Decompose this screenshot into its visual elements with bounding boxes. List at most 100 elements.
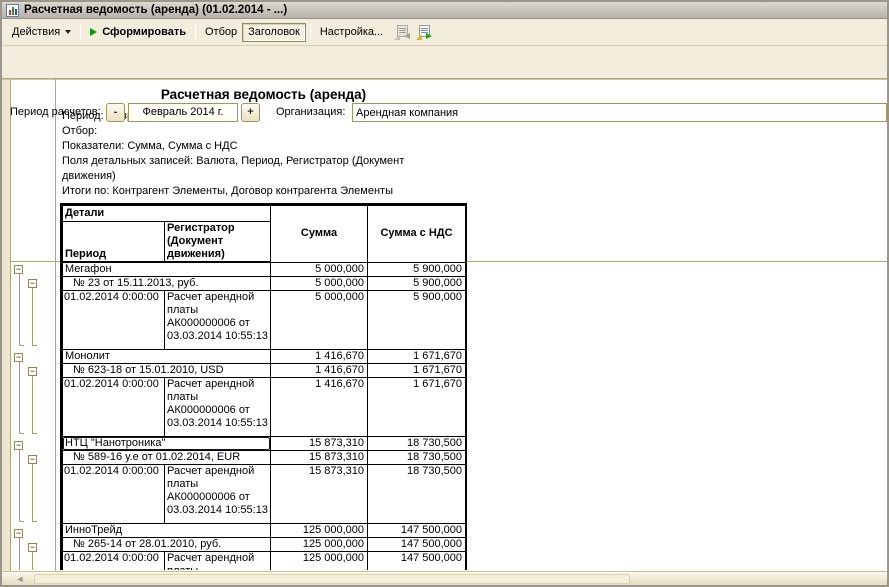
tree-line bbox=[32, 345, 37, 346]
contract-row: № 589-16 у.е от 01.02.2014, EUR 15 873,3… bbox=[63, 451, 466, 465]
sum-vat-cell[interactable]: 5 900,000 bbox=[368, 262, 466, 277]
collapse-button[interactable]: − bbox=[28, 279, 37, 288]
sum-vat-cell[interactable]: 1 671,670 bbox=[368, 350, 466, 364]
generate-label: Сформировать bbox=[102, 26, 186, 38]
meta-line: Отбор: bbox=[62, 124, 404, 139]
tree-line bbox=[32, 433, 37, 434]
collapse-button[interactable]: − bbox=[14, 265, 23, 274]
sum-vat-cell[interactable]: 147 500,000 bbox=[368, 552, 466, 571]
registrar-header-cell[interactable]: Регистратор (Документ движения) bbox=[165, 222, 271, 263]
tree-line bbox=[19, 362, 20, 433]
tree-line bbox=[19, 345, 24, 346]
registrar-cell[interactable]: Расчет арендной платы АК000000006 от 03.… bbox=[165, 465, 271, 524]
sum-vat-cell[interactable]: 5 900,000 bbox=[368, 277, 466, 291]
contractor-name-cell[interactable]: ИнноТрейд bbox=[63, 524, 271, 538]
collapse-button[interactable]: − bbox=[14, 353, 23, 362]
filter-label: Отбор bbox=[205, 26, 237, 38]
group-panel-divider bbox=[55, 79, 56, 571]
contract-row: № 623-18 от 15.01.2010, USD 1 416,670 1 … bbox=[63, 364, 466, 378]
registrar-cell[interactable]: Расчет арендной платы АК000000006 от 03.… bbox=[165, 552, 271, 571]
period-header-cell[interactable]: Период bbox=[63, 222, 165, 263]
registrar-cell[interactable]: Расчет арендной платы АК000000006 от 03.… bbox=[165, 378, 271, 437]
header-toggle-label: Заголовок bbox=[248, 26, 300, 38]
toolbar-separator bbox=[80, 24, 81, 40]
actions-menu-button[interactable]: Действия bbox=[7, 23, 76, 42]
sum-cell[interactable]: 1 416,670 bbox=[271, 378, 368, 437]
contract-name-cell[interactable]: № 623-18 от 15.01.2010, USD bbox=[63, 364, 271, 378]
scrollbar-thumb[interactable] bbox=[34, 574, 630, 584]
sum-cell[interactable]: 125 000,000 bbox=[271, 552, 368, 571]
horizontal-scrollbar[interactable]: ◄ bbox=[2, 571, 887, 585]
chevron-down-icon bbox=[65, 30, 71, 34]
sum-vat-header-cell[interactable]: Сумма с НДС bbox=[368, 206, 466, 263]
period-cell[interactable]: 01.02.2014 0:00:00 bbox=[63, 552, 165, 571]
collapse-button[interactable]: − bbox=[14, 441, 23, 450]
period-cell[interactable]: 01.02.2014 0:00:00 bbox=[63, 291, 165, 350]
arrow-left-icon[interactable]: ◄ bbox=[10, 573, 30, 585]
sum-header-cell[interactable]: Сумма bbox=[271, 206, 368, 263]
group-row: НТЦ "Нанотроника" 15 873,310 18 730,500 bbox=[63, 437, 466, 451]
toolbar-separator bbox=[195, 24, 196, 40]
sum-vat-cell[interactable]: 5 900,000 bbox=[368, 291, 466, 350]
settings-label: Настройка... bbox=[320, 26, 383, 38]
sum-cell[interactable]: 5 000,000 bbox=[271, 277, 368, 291]
sum-vat-cell[interactable]: 18 730,500 bbox=[368, 437, 466, 451]
filter-panel: Период расчетов: - Февраль 2014 г. + Орг… bbox=[2, 46, 887, 79]
period-plus-button[interactable]: + bbox=[241, 103, 260, 122]
contract-name-cell[interactable]: № 589-16 у.е от 01.02.2014, EUR bbox=[63, 451, 271, 465]
contractor-name-cell-selected[interactable]: НТЦ "Нанотроника" bbox=[63, 437, 271, 451]
report-spreadsheet: Детали Сумма Сумма с НДС Период Регистра… bbox=[60, 203, 467, 570]
report-window: Расчетная ведомость (аренда) (01.02.2014… bbox=[0, 0, 889, 587]
restore-values-icon[interactable] bbox=[394, 25, 410, 40]
organization-input[interactable] bbox=[352, 103, 887, 122]
collapse-button[interactable]: − bbox=[28, 367, 37, 376]
sum-cell[interactable]: 1 416,670 bbox=[271, 350, 368, 364]
settings-button[interactable]: Настройка... bbox=[315, 23, 388, 42]
contract-name-cell[interactable]: № 23 от 15.11.2013, руб. bbox=[63, 277, 271, 291]
sum-cell[interactable]: 15 873,310 bbox=[271, 437, 368, 451]
toolbar: Действия Сформировать Отбор Заголовок На… bbox=[2, 19, 887, 46]
tree-line bbox=[32, 376, 33, 433]
period-field[interactable]: Февраль 2014 г. bbox=[128, 103, 238, 122]
meta-line: Итоги по: Контрагент Элементы, Договор к… bbox=[62, 184, 404, 199]
sum-cell[interactable]: 5 000,000 bbox=[271, 262, 368, 277]
contract-name-cell[interactable]: № 265-14 от 28.01.2010, руб. bbox=[63, 538, 271, 552]
meta-line: Поля детальных записей: Валюта, Период, … bbox=[62, 154, 404, 169]
group-row: ИнноТрейд 125 000,000 147 500,000 bbox=[63, 524, 466, 538]
period-cell[interactable]: 01.02.2014 0:00:00 bbox=[63, 378, 165, 437]
period-cell[interactable]: 01.02.2014 0:00:00 bbox=[63, 465, 165, 524]
sum-vat-cell[interactable]: 147 500,000 bbox=[368, 538, 466, 552]
tree-line bbox=[32, 288, 33, 345]
collapse-button[interactable]: − bbox=[28, 455, 37, 464]
sum-cell[interactable]: 15 873,310 bbox=[271, 465, 368, 524]
report-title: Расчетная ведомость (аренда) bbox=[60, 87, 467, 102]
detail-row: 01.02.2014 0:00:00 Расчет арендной платы… bbox=[63, 552, 466, 571]
sum-cell[interactable]: 15 873,310 bbox=[271, 451, 368, 465]
sum-cell[interactable]: 1 416,670 bbox=[271, 364, 368, 378]
sum-vat-cell[interactable]: 1 671,670 bbox=[368, 364, 466, 378]
collapse-button[interactable]: − bbox=[28, 543, 37, 552]
period-label: Период расчетов: bbox=[10, 103, 101, 122]
sum-vat-cell[interactable]: 18 730,500 bbox=[368, 451, 466, 465]
header-toggle-button[interactable]: Заголовок bbox=[242, 23, 306, 42]
generate-button[interactable]: Сформировать bbox=[85, 23, 191, 42]
sum-cell[interactable]: 5 000,000 bbox=[271, 291, 368, 350]
sum-vat-cell[interactable]: 18 730,500 bbox=[368, 465, 466, 524]
collapse-button[interactable]: − bbox=[14, 529, 23, 538]
registrar-cell[interactable]: Расчет арендной платы АК000000006 от 03.… bbox=[165, 291, 271, 350]
detail-row: 01.02.2014 0:00:00 Расчет арендной платы… bbox=[63, 378, 466, 437]
contractor-name-cell[interactable]: Мегафон bbox=[63, 262, 271, 277]
sum-cell[interactable]: 125 000,000 bbox=[271, 524, 368, 538]
window-titlebar[interactable]: Расчетная ведомость (аренда) (01.02.2014… bbox=[2, 2, 887, 19]
sum-cell[interactable]: 125 000,000 bbox=[271, 538, 368, 552]
save-values-icon[interactable] bbox=[416, 25, 432, 40]
group-row: Мегафон 5 000,000 5 900,000 bbox=[63, 262, 466, 277]
period-minus-button[interactable]: - bbox=[106, 103, 125, 122]
contract-row: № 265-14 от 28.01.2010, руб. 125 000,000… bbox=[63, 538, 466, 552]
filter-button[interactable]: Отбор bbox=[200, 23, 242, 42]
details-header-cell[interactable]: Детали bbox=[63, 206, 271, 222]
sum-vat-cell[interactable]: 1 671,670 bbox=[368, 378, 466, 437]
tree-line bbox=[32, 464, 33, 521]
sum-vat-cell[interactable]: 147 500,000 bbox=[368, 524, 466, 538]
contractor-name-cell[interactable]: Монолит bbox=[63, 350, 271, 364]
